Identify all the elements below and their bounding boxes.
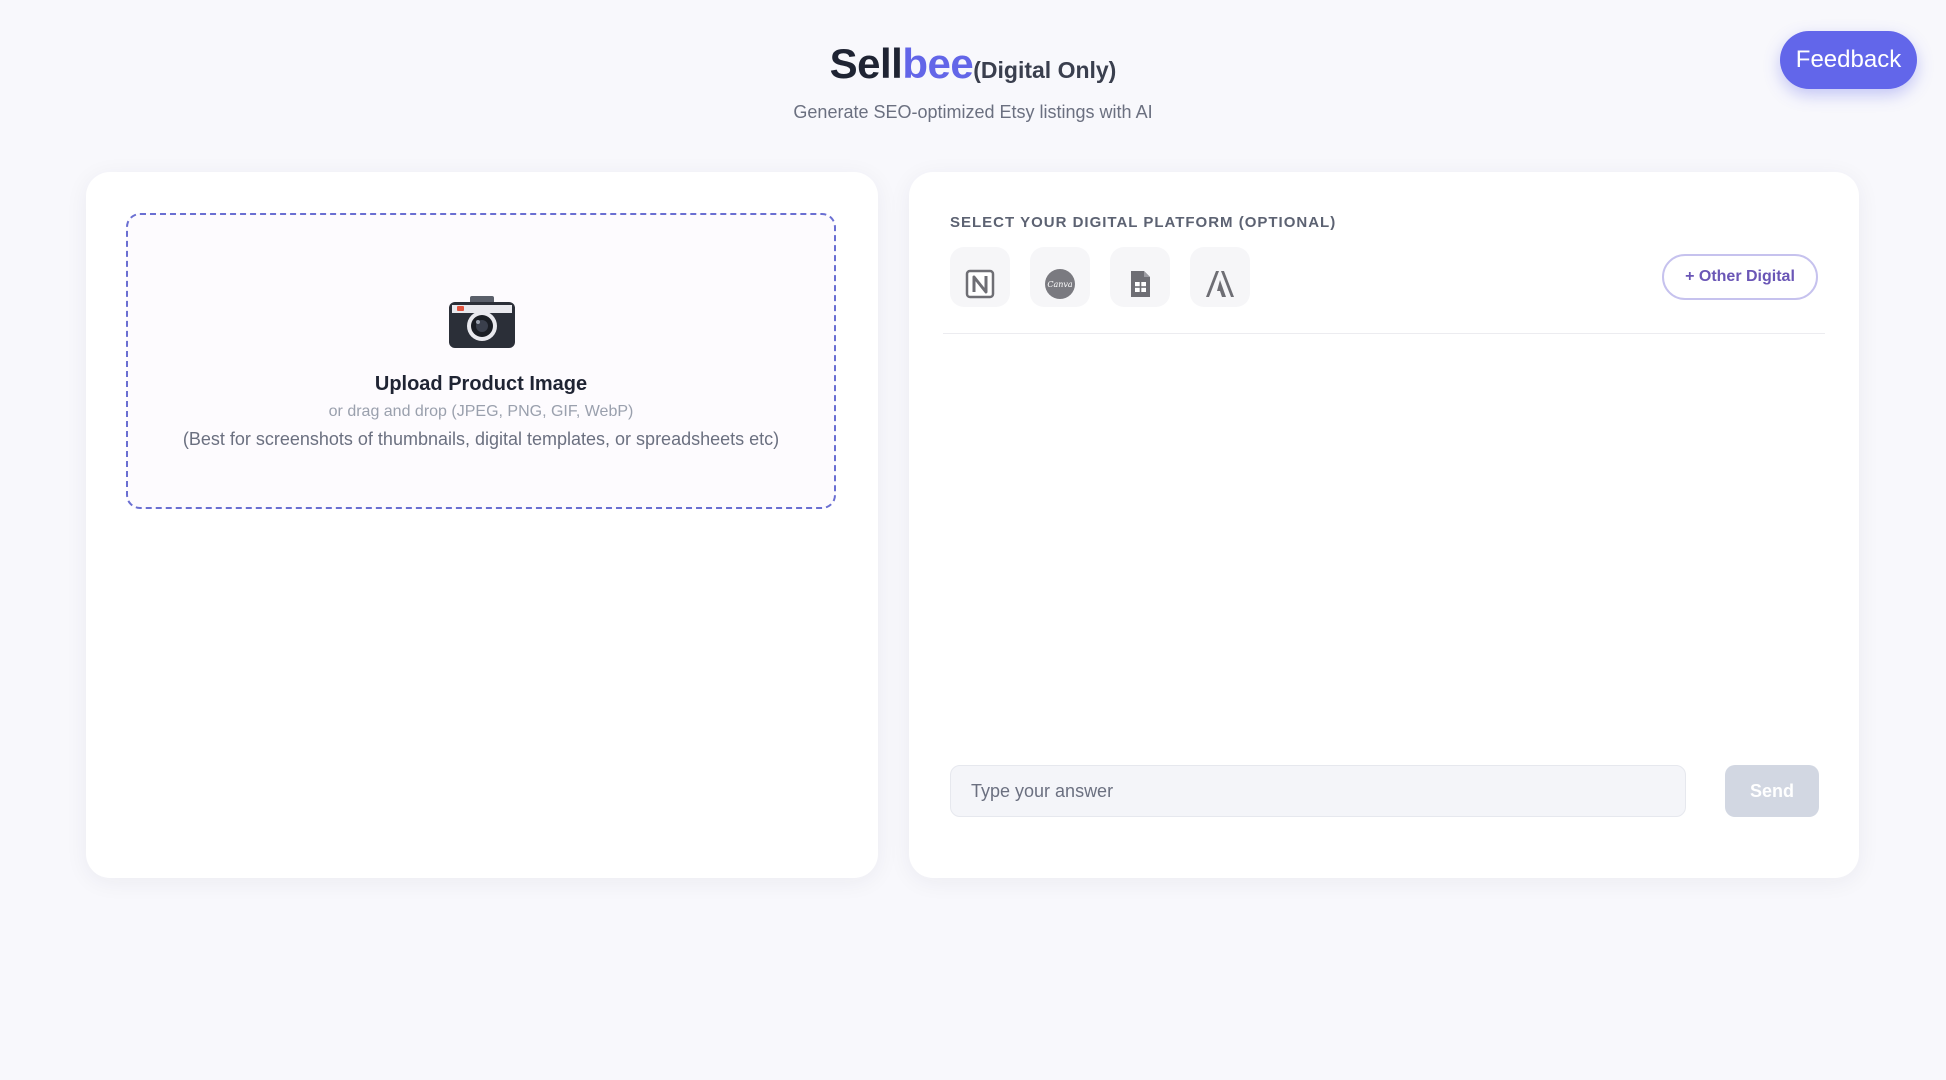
chat-messages-area [950, 342, 1825, 742]
platform-notion-button[interactable] [950, 247, 1010, 307]
canva-icon: Canva [1045, 269, 1075, 299]
send-button[interactable]: Send [1725, 765, 1819, 817]
platform-adobe-button[interactable] [1190, 247, 1250, 307]
camera-icon [449, 296, 515, 348]
brand-suffix: (Digital Only) [973, 57, 1117, 83]
platform-canva-button[interactable]: Canva [1030, 247, 1090, 307]
listing-assistant-card: SELECT YOUR DIGITAL PLATFORM (OPTIONAL) … [909, 172, 1859, 878]
platform-google-sheets-button[interactable] [1110, 247, 1170, 307]
canva-icon-text: Canva [1047, 280, 1073, 289]
brand-sell: Sell [829, 40, 903, 87]
app-title: Sellbee(Digital Only) [0, 38, 1946, 96]
platform-section-label: SELECT YOUR DIGITAL PLATFORM (OPTIONAL) [950, 214, 1337, 231]
answer-input[interactable] [950, 765, 1686, 817]
brand-bee: bee [902, 40, 974, 87]
notion-icon [965, 269, 995, 299]
app-subtitle: Generate SEO-optimized Etsy listings wit… [793, 102, 1153, 122]
upload-card: Upload Product Image or drag and drop (J… [86, 172, 878, 878]
google-sheets-icon [1131, 271, 1150, 297]
upload-formats-hint: or drag and drop (JPEG, PNG, GIF, WebP) [328, 403, 634, 420]
other-digital-button[interactable]: + Other Digital [1662, 254, 1818, 300]
adobe-icon [1206, 271, 1234, 297]
image-upload-dropzone[interactable]: Upload Product Image or drag and drop (J… [126, 213, 836, 509]
section-divider [943, 333, 1825, 334]
upload-recommendation: (Best for screenshots of thumbnails, dig… [182, 429, 780, 449]
feedback-button[interactable]: Feedback [1780, 31, 1917, 89]
upload-title: Upload Product Image [374, 373, 588, 395]
page-header: Sellbee(Digital Only) Generate SEO-optim… [0, 38, 1946, 123]
